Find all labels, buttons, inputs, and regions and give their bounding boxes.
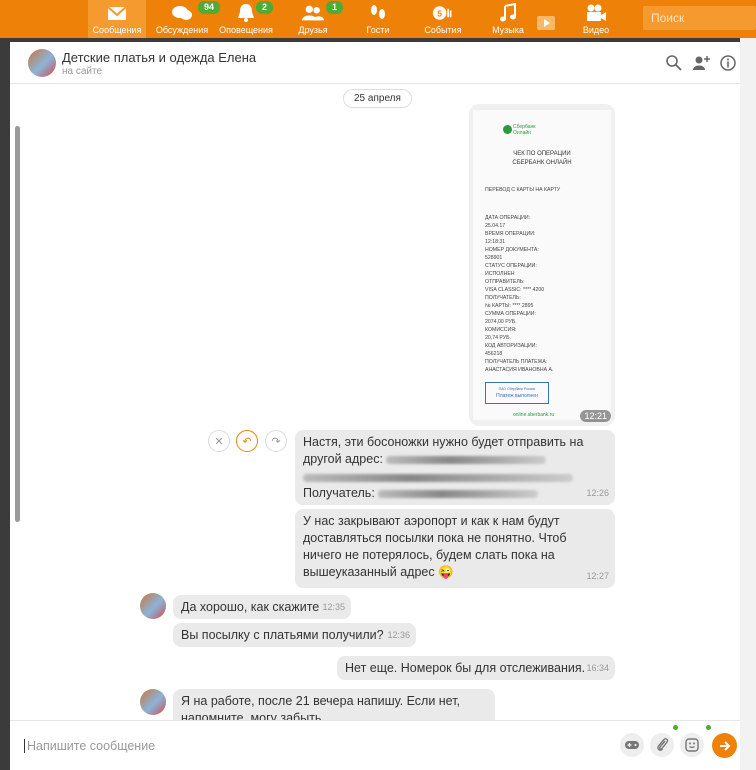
- sender-avatar[interactable]: [140, 689, 166, 715]
- nav-friends[interactable]: Друзья 1: [290, 0, 344, 38]
- message-list: 25 апреля Сбербанк Онлайн ЧЕК ПО ОПЕРАЦИИ…: [10, 84, 740, 720]
- message-text: Я на работе, после 21 вечера напишу. Есл…: [181, 694, 461, 720]
- message-text: Получатель:: [303, 486, 375, 500]
- video-camera-icon: [585, 3, 607, 23]
- message-time: 12:27: [586, 571, 609, 581]
- nav-video-label: Видео: [582, 25, 610, 35]
- nav-notifications[interactable]: Оповещения 2: [216, 0, 276, 38]
- events-icon: 5: [432, 3, 454, 23]
- envelope-icon: [106, 3, 128, 23]
- nav-notifications-label: Оповещения: [219, 25, 273, 35]
- redacted-text: [303, 473, 573, 482]
- receipt-image-message[interactable]: Сбербанк Онлайн ЧЕК ПО ОПЕРАЦИИ СБЕРБАНК О…: [469, 104, 615, 426]
- notifications-count-badge: 2: [256, 1, 274, 14]
- message-text: У нас закрывают аэропорт и как к нам буд…: [303, 514, 567, 579]
- nav-music-label: Музыка: [492, 25, 524, 35]
- info-icon[interactable]: [719, 54, 737, 72]
- nav-media-player[interactable]: [532, 0, 560, 38]
- nav-messages[interactable]: Сообщения: [88, 0, 146, 38]
- background-page-strip: [740, 38, 756, 770]
- forward-icon[interactable]: ↷: [265, 430, 287, 452]
- message-time: 12:35: [322, 602, 345, 612]
- receipt-heading-2: СБЕРБАНК ОНЛАЙН: [512, 160, 572, 166]
- message-text: Нет еще. Номерок бы для отслеживания.: [345, 661, 586, 675]
- receipt-site: online.sberbank.ru: [513, 412, 555, 418]
- sticker-icon[interactable]: [680, 733, 704, 757]
- nav-video[interactable]: Видео: [578, 0, 614, 38]
- nav-discussions-label: Обсуждения: [155, 25, 209, 35]
- search-input[interactable]: Поиск: [643, 6, 756, 30]
- nav-guests-label: Гости: [366, 25, 390, 35]
- nav-music[interactable]: Музыка: [488, 0, 528, 38]
- message-time: 16:34: [586, 663, 609, 673]
- message-composer: Напишите сообщение: [10, 720, 740, 770]
- chat-window: Детские платья и одежда Елена на сайте 2…: [10, 42, 740, 770]
- add-user-icon[interactable]: [692, 54, 710, 72]
- message-bubble[interactable]: Настя, эти босоножки нужно будет отправи…: [295, 430, 615, 505]
- contact-avatar[interactable]: [28, 49, 56, 77]
- bell-icon: [235, 3, 257, 23]
- message-text: Да хорошо, как скажите: [181, 600, 320, 614]
- search-placeholder: Поиск: [651, 11, 685, 25]
- message-time: 12:36: [387, 630, 410, 640]
- nav-events[interactable]: 5 События: [418, 0, 468, 38]
- nav-events-label: События: [424, 25, 462, 35]
- redacted-text: [386, 455, 547, 464]
- receipt-heading: ЧЕК ПО ОПЕРАЦИИ СБЕРБАНК ОНЛАЙН: [473, 150, 611, 168]
- sender-avatar[interactable]: [140, 593, 166, 619]
- chat-bubbles-icon: [171, 3, 193, 23]
- message-bubble[interactable]: У нас закрывают аэропорт и как к нам буд…: [295, 509, 615, 588]
- message-bubble[interactable]: Вы посылку с платьями получили? 12:36: [173, 623, 416, 647]
- reply-icon[interactable]: ↶: [236, 430, 258, 452]
- nav-messages-label: Сообщения: [92, 25, 142, 35]
- music-note-icon: [497, 3, 519, 23]
- sberbank-logo-icon: [503, 125, 512, 134]
- attachment-icon[interactable]: [650, 733, 674, 757]
- receipt-bank-sub: Онлайн: [513, 130, 531, 136]
- receipt-details: ДАТА ОПЕРАЦИИ: 25.04.17 ВРЕМЯ ОПЕРАЦИИ: …: [485, 215, 554, 373]
- message-input[interactable]: Напишите сообщение: [24, 739, 155, 753]
- redacted-text: [378, 489, 539, 498]
- nav-guests[interactable]: Гости: [358, 0, 398, 38]
- send-button[interactable]: [712, 733, 737, 758]
- nav-discussions[interactable]: Обсуждения 94: [152, 0, 221, 38]
- receipt-stamp: ПАО Сбербанк России Платеж выполнен: [485, 382, 549, 404]
- nav-friends-label: Друзья: [298, 25, 328, 35]
- message-bubble[interactable]: Я на работе, после 21 вечера напишу. Есл…: [173, 689, 495, 720]
- winking-emoji: 😜: [438, 565, 454, 579]
- delete-icon[interactable]: ✕: [208, 430, 230, 452]
- receipt-stamp-main: Платеж выполнен: [496, 393, 538, 399]
- new-indicator-dot: [673, 725, 678, 730]
- message-bubble[interactable]: Нет еще. Номерок бы для отслеживания. 16…: [337, 656, 615, 680]
- svg-text:5: 5: [437, 8, 442, 18]
- people-icon: [302, 3, 324, 23]
- search-icon[interactable]: [665, 54, 683, 72]
- top-navigation-bar: Сообщения Обсуждения 94 Оповещения 2 Дру…: [0, 0, 756, 38]
- chat-title[interactable]: Детские платья и одежда Елена: [62, 50, 256, 65]
- new-indicator-dot: [706, 725, 711, 730]
- gamepad-icon[interactable]: [620, 733, 644, 757]
- message-time: 12:26: [586, 488, 609, 498]
- play-icon: [535, 13, 557, 33]
- message-text: Настя, эти босоножки нужно будет отправи…: [303, 435, 584, 449]
- friends-count-badge: 1: [326, 1, 344, 14]
- receipt-heading-1: ЧЕК ПО ОПЕРАЦИИ: [513, 151, 571, 157]
- message-time: 12:21: [580, 410, 611, 422]
- message-text: Вы посылку с платьями получили?: [181, 628, 384, 642]
- receipt-operation-type: ПЕРЕВОД С КАРТЫ НА КАРТУ: [485, 187, 561, 193]
- date-separator: 25 апреля: [343, 89, 412, 108]
- receipt-image: Сбербанк Онлайн ЧЕК ПО ОПЕРАЦИИ СБЕРБАНК О…: [473, 110, 611, 420]
- footprints-icon: [367, 3, 389, 23]
- receipt-stamp-top: ПАО Сбербанк России: [498, 387, 536, 391]
- receipt-bank-logo: Сбербанк Онлайн: [513, 124, 535, 136]
- message-text: другой адрес:: [303, 452, 383, 466]
- online-status: на сайте: [62, 66, 103, 77]
- message-bubble[interactable]: Да хорошо, как скажите 12:35: [173, 595, 351, 619]
- chat-header: Детские платья и одежда Елена на сайте: [10, 42, 740, 84]
